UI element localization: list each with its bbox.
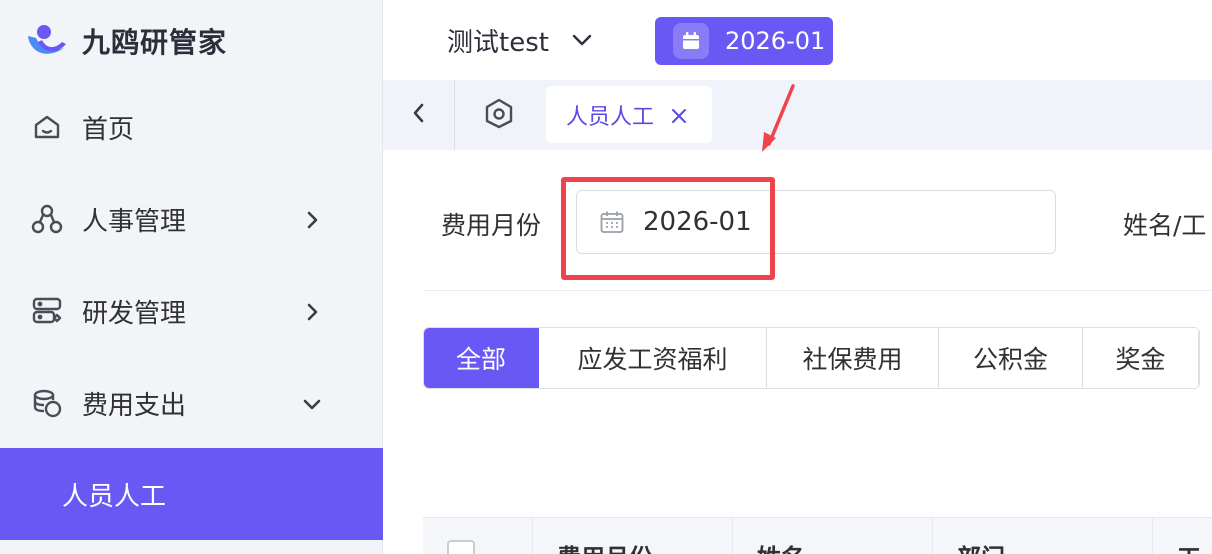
brand-logo-icon	[24, 18, 70, 64]
name-filter-label: 姓名/工	[1123, 211, 1207, 240]
company-name: 测试test	[447, 27, 549, 58]
chevron-left-icon	[409, 101, 429, 129]
server-icon	[30, 294, 64, 328]
sidebar-item-rd[interactable]: 研发管理	[0, 266, 383, 356]
sidebar-subitem-staff-labor[interactable]: 人员人工	[0, 448, 383, 540]
sidebar-item-label: 费用支出	[82, 390, 187, 421]
table-header: 费用月份 姓名 部门 工	[423, 517, 1212, 554]
segment-social-insurance[interactable]: 社保费用	[767, 328, 939, 388]
app: 九鸥研管家 首页 人事管理 研发管理 费用支出 人员人工 测试test 2026…	[0, 0, 1212, 554]
chevron-down-icon	[301, 392, 323, 414]
sidebar-item-label: 研发管理	[82, 298, 187, 329]
sidebar-item-label: 人事管理	[82, 206, 187, 237]
segment-label: 应发工资福利	[577, 345, 728, 374]
page-tabs-bar: 人员人工	[383, 80, 1212, 150]
main-content: 费用月份 2026-01 姓名/工 全部 应发工资福利 社保费用 公积金 奖金	[383, 150, 1212, 554]
global-month-picker[interactable]: 2026-01	[655, 17, 833, 65]
segment-label: 全部	[455, 345, 506, 374]
brand-logo[interactable]: 九鸥研管家	[24, 16, 227, 66]
company-selector[interactable]: 测试test	[447, 20, 595, 60]
select-all-checkbox[interactable]	[447, 540, 475, 554]
tab-label: 人员人工	[566, 104, 655, 130]
tab-home[interactable]	[471, 80, 527, 150]
month-filter-label: 费用月份	[441, 211, 542, 240]
coins-icon	[30, 386, 64, 420]
filter-divider	[423, 290, 1212, 291]
select-all-cell	[423, 518, 533, 554]
chevron-right-icon	[301, 300, 323, 322]
segment-housing-fund[interactable]: 公积金	[939, 328, 1083, 388]
annotation-highlight-box	[561, 177, 775, 280]
segment-bonus[interactable]: 奖金	[1083, 328, 1199, 388]
sidebar: 九鸥研管家 首页 人事管理 研发管理 费用支出 人员人工	[0, 0, 383, 554]
sidebar-item-label: 首页	[82, 114, 135, 145]
org-icon	[30, 202, 64, 236]
tabs-back-button[interactable]	[383, 80, 455, 150]
chevron-down-icon	[569, 27, 595, 53]
top-header: 测试test 2026-01	[383, 0, 1212, 80]
segment-label: 公积金	[972, 345, 1048, 374]
tab-staff-labor[interactable]: 人员人工	[546, 86, 712, 143]
segment-all[interactable]: 全部	[424, 328, 539, 388]
column-header-name[interactable]: 姓名	[733, 518, 933, 554]
calendar-icon	[673, 23, 709, 59]
column-header-next[interactable]: 工	[1153, 518, 1212, 554]
brand-name: 九鸥研管家	[82, 26, 228, 59]
global-month-value: 2026-01	[725, 27, 826, 55]
segment-label: 奖金	[1115, 345, 1166, 374]
close-icon[interactable]	[670, 106, 688, 124]
category-segmented-control: 全部 应发工资福利 社保费用 公积金 奖金	[423, 327, 1200, 389]
sidebar-item-expenses[interactable]: 费用支出	[0, 358, 383, 448]
sidebar-item-hr[interactable]: 人事管理	[0, 174, 383, 264]
home-icon	[30, 110, 64, 144]
segment-label: 社保费用	[802, 345, 903, 374]
sidebar-subitem-label: 人员人工	[62, 481, 167, 512]
home-hexagon-icon	[483, 97, 515, 133]
chevron-right-icon	[301, 208, 323, 230]
column-header-department[interactable]: 部门	[933, 518, 1153, 554]
column-header-month[interactable]: 费用月份	[533, 518, 733, 554]
segment-salary-benefits[interactable]: 应发工资福利	[539, 328, 767, 388]
sidebar-item-home[interactable]: 首页	[0, 82, 383, 172]
